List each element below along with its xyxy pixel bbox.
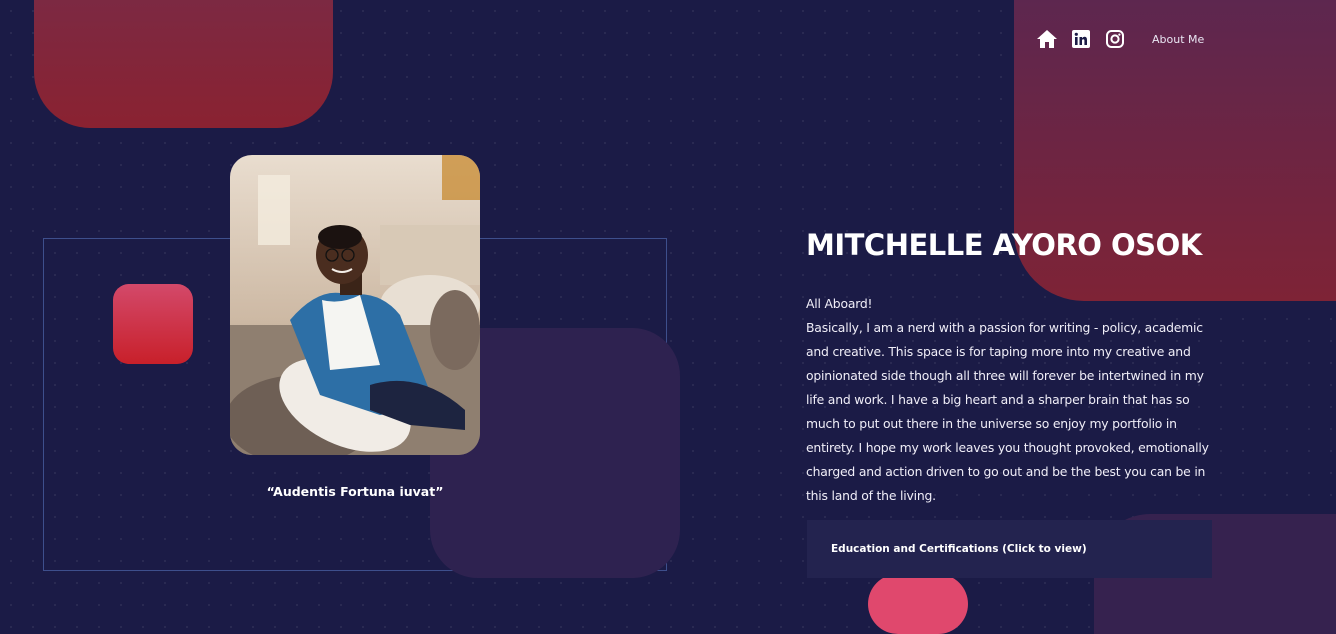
bio-section: All Aboard! Basically, I am a nerd with … — [806, 292, 1218, 508]
education-certifications-button[interactable]: Education and Certifications (Click to v… — [807, 520, 1212, 578]
home-icon[interactable] — [1036, 28, 1058, 50]
profile-photo — [230, 155, 480, 455]
bio-greeting: All Aboard! — [806, 296, 873, 311]
decorative-shape-top-left — [34, 0, 333, 128]
profile-photo-image — [230, 155, 480, 455]
instagram-icon[interactable] — [1104, 28, 1126, 50]
decorative-square-red — [113, 284, 193, 364]
profile-name: MITCHELLE AYORO OSOK — [806, 228, 1202, 262]
decorative-shape-bottom-pink — [868, 574, 968, 634]
nav-about-me-link[interactable]: About Me — [1152, 33, 1204, 46]
top-nav: About Me — [1036, 28, 1204, 50]
bio-text: Basically, I am a nerd with a passion fo… — [806, 320, 1209, 503]
profile-quote: “Audentis Fortuna iuvat” — [266, 484, 444, 499]
linkedin-icon[interactable] — [1070, 28, 1092, 50]
